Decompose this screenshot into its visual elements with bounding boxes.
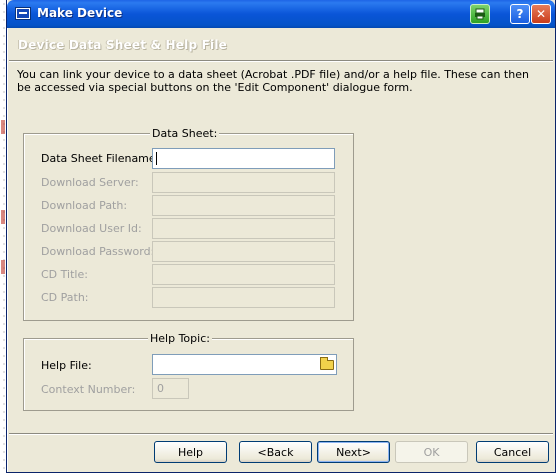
make-device-window: Make Device ? ✕ Device Data Sheet & Help… [6, 0, 556, 473]
print-icon[interactable] [470, 4, 490, 24]
help-icon[interactable]: ? [510, 4, 530, 24]
back-button[interactable]: <Back [239, 441, 312, 463]
title-bar[interactable]: Make Device ? ✕ [7, 0, 555, 28]
data-sheet-filename-input[interactable] [152, 148, 335, 169]
next-button[interactable]: Next> [317, 441, 390, 463]
context-number-input[interactable]: 0 [152, 378, 189, 399]
folder-icon[interactable] [317, 355, 336, 374]
data-sheet-filename-label: Data Sheet Filename: [41, 152, 160, 165]
data-sheet-group-title: Data Sheet: [150, 127, 220, 140]
window-title: Make Device [37, 6, 123, 20]
help-button[interactable]: Help [154, 441, 227, 463]
cd-title-input[interactable] [152, 264, 335, 285]
description-text: You can link your device to a data sheet… [17, 68, 529, 94]
help-file-input[interactable] [152, 354, 337, 375]
download-password-input[interactable] [152, 241, 335, 262]
cd-title-label: CD Title: [41, 268, 88, 281]
ok-button[interactable]: OK [395, 441, 468, 463]
download-password-label: Download Password: [41, 245, 155, 258]
context-number-label: Context Number: [41, 383, 136, 396]
app-icon [15, 7, 31, 20]
download-path-label: Download Path: [41, 199, 128, 212]
download-path-input[interactable] [152, 195, 335, 216]
context-number-value: 0 [157, 382, 164, 395]
cd-path-input[interactable] [152, 287, 335, 308]
section-title: Device Data Sheet & Help File [18, 38, 227, 52]
text-caret [156, 152, 157, 165]
download-server-input[interactable] [152, 172, 335, 193]
help-file-label: Help File: [41, 359, 92, 372]
header-divider [9, 60, 553, 62]
download-user-id-input[interactable] [152, 218, 335, 239]
cd-path-label: CD Path: [41, 291, 89, 304]
download-user-id-label: Download User Id: [41, 222, 142, 235]
help-topic-group-title: Help Topic: [148, 332, 212, 345]
footer-divider [9, 433, 553, 435]
cancel-button[interactable]: Cancel [476, 441, 549, 463]
download-server-label: Download Server: [41, 176, 139, 189]
close-icon[interactable]: ✕ [531, 4, 551, 24]
